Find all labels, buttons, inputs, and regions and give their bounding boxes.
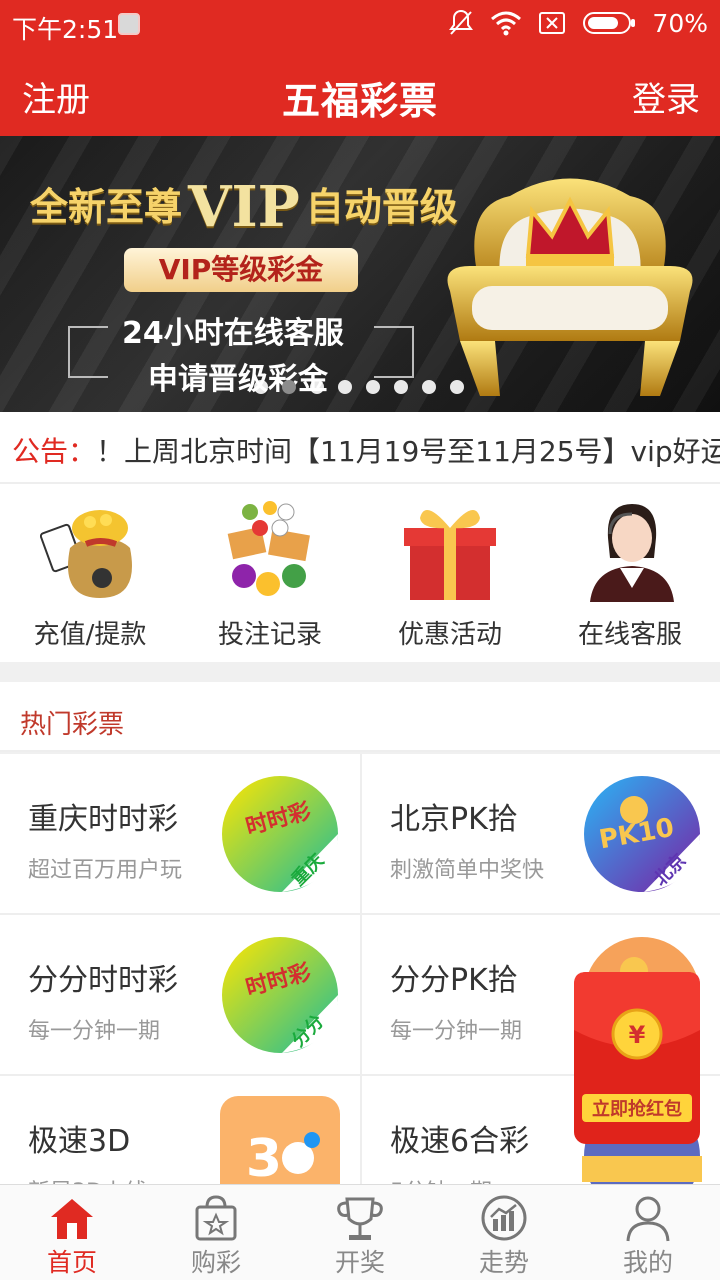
battery-icon xyxy=(583,12,636,34)
tab-profile[interactable]: 我的 xyxy=(576,1185,720,1280)
hot-lottery-header: 热门彩票 xyxy=(0,682,720,752)
announcement-label: 公告： xyxy=(12,435,97,468)
tab-buy[interactable]: 购彩 xyxy=(144,1185,288,1280)
lottery-card-js3d[interactable]: 极速3D 新早3D上线 3 xyxy=(0,1076,360,1184)
ssc-fenfen-logo: 时时彩 分分 xyxy=(222,937,338,1053)
pagination-dot[interactable] xyxy=(254,380,268,394)
pagination-dot[interactable] xyxy=(310,380,324,394)
bottom-nav: 首页 购彩 开奖 走势 我的 xyxy=(0,1184,720,1280)
red-packet-label: 立即抢红包 xyxy=(592,1098,682,1120)
money-bag-icon xyxy=(40,510,132,598)
lottery-name: 北京PK拾 xyxy=(390,802,518,837)
pagination-dot[interactable] xyxy=(394,380,408,394)
pagination-dot[interactable] xyxy=(338,380,352,394)
red-packet-button[interactable]: ¥ 立即抢红包 xyxy=(574,972,700,1144)
system-icons: 70% xyxy=(448,8,708,38)
lottery-name: 分分PK拾 xyxy=(390,963,518,998)
status-time: 下午2:51 xyxy=(12,15,119,44)
tab-trends[interactable]: 走势 xyxy=(432,1185,576,1280)
quick-action-label: 投注记录 xyxy=(217,620,322,650)
quick-actions: 充值/提款 投注记录 优惠活动 在线客服 xyxy=(0,484,720,662)
quick-action-label: 优惠活动 xyxy=(397,620,502,650)
frame-corner xyxy=(68,376,108,378)
quick-action-customer-service[interactable]: 在线客服 xyxy=(540,484,720,662)
pagination-dot[interactable] xyxy=(422,380,436,394)
lottery-desc: 5分钟一期 xyxy=(390,1174,492,1184)
quick-action-promotions[interactable]: 优惠活动 xyxy=(360,484,540,662)
mute-icon xyxy=(449,9,474,35)
customer-service-icon xyxy=(590,504,674,602)
svg-text:3: 3 xyxy=(246,1129,282,1184)
notification-app-icon xyxy=(118,13,140,35)
announcement-text[interactable]: ！上周北京时间【11月19号至11月25号】vip好运 xyxy=(96,430,720,470)
vip-card-logo: VIP xyxy=(188,174,300,240)
lottery-card-cqssc[interactable]: 重庆时时彩 超过百万用户玩 时时彩 重庆 xyxy=(0,754,360,915)
tab-draw-results[interactable]: 开奖 xyxy=(288,1185,432,1280)
lottery-desc: 刺激简单中奖快 xyxy=(390,858,545,883)
lottery-name: 分分时时彩 xyxy=(28,963,178,998)
tab-label: 我的 xyxy=(622,1248,673,1277)
tab-label: 首页 xyxy=(46,1248,97,1277)
banner-service-text: 24小时在线客服 xyxy=(122,316,344,351)
throne-crown-image xyxy=(447,178,693,396)
promo-banner[interactable]: 全新至尊 VIP 自动晋级 VIP等级彩金 24小时在线客服 申请晋级彩金 xyxy=(0,136,720,412)
section-title: 热门彩票 xyxy=(20,710,125,740)
quick-action-recharge[interactable]: 充值/提款 xyxy=(0,484,180,662)
trophy-icon xyxy=(337,1197,383,1240)
pk10-beijing-logo: PK10 北京 xyxy=(584,776,700,892)
lottery-card-ffssc[interactable]: 分分时时彩 每一分钟一期 时时彩 分分 xyxy=(0,915,360,1076)
pagination-dot[interactable] xyxy=(450,380,464,394)
vip-bonus-badge: VIP等级彩金 xyxy=(124,248,358,292)
wifi-icon xyxy=(491,11,522,36)
svg-text:¥: ¥ xyxy=(629,1021,646,1049)
page-title: 五福彩票 xyxy=(281,79,438,123)
banner-headline-prefix: 全新至尊 xyxy=(30,185,183,229)
login-button[interactable]: 登录 xyxy=(632,72,700,121)
lottery-desc: 新早3D上线 xyxy=(28,1174,147,1184)
quick-action-label: 充值/提款 xyxy=(33,620,147,650)
tab-label: 开奖 xyxy=(334,1248,385,1277)
lottery-desc: 每一分钟一期 xyxy=(390,1019,523,1044)
home-icon xyxy=(51,1199,93,1239)
gift-box-icon xyxy=(404,510,496,600)
shopping-bag-icon xyxy=(195,1195,237,1241)
app-header: 注册 五福彩票 登录 xyxy=(0,52,720,136)
lottery-name: 极速3D xyxy=(28,1124,131,1159)
trend-chart-icon xyxy=(481,1195,527,1241)
lottery-name: 极速6合彩 xyxy=(390,1124,530,1159)
frame-corner xyxy=(374,376,414,378)
quick-action-bet-records[interactable]: 投注记录 xyxy=(180,484,360,662)
banner-headline: 全新至尊 VIP 自动晋级 xyxy=(30,174,458,240)
pagination-dot[interactable] xyxy=(366,380,380,394)
battery-percent: 70% xyxy=(652,8,708,38)
lottery-desc: 超过百万用户玩 xyxy=(28,858,183,883)
status-bar: 下午2:51 70% xyxy=(0,0,720,52)
lottery-name: 重庆时时彩 xyxy=(28,802,178,837)
lottery-balls-icon xyxy=(227,501,310,596)
3d-logo: 3 xyxy=(220,1096,340,1184)
no-sim-icon xyxy=(539,12,566,34)
lottery-desc: 每一分钟一期 xyxy=(28,1019,161,1044)
user-icon xyxy=(626,1196,670,1242)
quick-action-label: 在线客服 xyxy=(577,620,682,650)
app-screen: 下午2:51 70% 注册 五福彩票 登录 全新至尊 VIP 自动晋级 VIP等… xyxy=(0,0,720,1280)
banner-headline-suffix: 自动晋级 xyxy=(305,185,458,229)
announcement-bar[interactable]: 公告： ！上周北京时间【11月19号至11月25号】vip好运 xyxy=(0,412,720,482)
lottery-card-bjpk10[interactable]: 北京PK拾 刺激简单中奖快 PK10 北京 xyxy=(360,754,720,915)
pagination-dot-active[interactable] xyxy=(282,380,296,394)
tab-label: 购彩 xyxy=(190,1248,241,1277)
banner-pagination[interactable] xyxy=(254,380,464,394)
ssc-chongqing-logo: 时时彩 重庆 xyxy=(222,776,338,892)
tab-home[interactable]: 首页 xyxy=(0,1185,144,1280)
tab-label: 走势 xyxy=(478,1248,529,1277)
